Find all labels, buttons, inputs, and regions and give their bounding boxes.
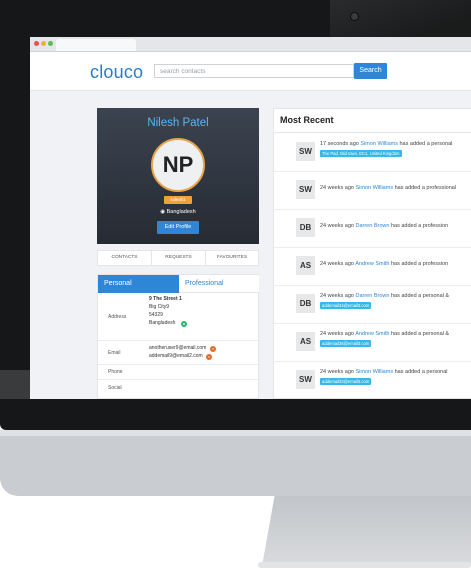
divider [98, 379, 258, 380]
monitor-chin [0, 430, 471, 496]
search-button[interactable]: Search [354, 63, 387, 79]
monitor-stand [262, 496, 471, 566]
social-label: Social [108, 385, 122, 391]
activity-tag: addemail34@email3.com [320, 302, 372, 309]
activity-text: 24 weeks ago Simon Williams has added a … [320, 185, 456, 191]
activity-item[interactable]: SW 24 weeks ago Simon Williams has added … [274, 361, 471, 399]
maximize-window-icon[interactable] [48, 41, 53, 46]
details-panel: Personal Professional Address 9 The Stre… [97, 274, 259, 399]
activity-item[interactable]: DB 24 weeks ago Darren Brown has added a … [274, 209, 471, 248]
address-line-3: 54329 [149, 312, 163, 318]
username-badge: Nilesh1 [164, 196, 192, 204]
contact-initials: SW [296, 180, 315, 199]
contact-link[interactable]: Simon Williams [360, 141, 398, 147]
activity-action: has added a personal [399, 141, 453, 147]
activity-time: 17 seconds ago [320, 141, 359, 147]
activity-action: has added a profession [390, 223, 449, 229]
activity-tag: addemail33@email3.com [320, 378, 372, 385]
phone-label: Phone [108, 369, 123, 375]
activity-text: 24 weeks ago Andrew Smith has added a pr… [320, 261, 448, 267]
activity-time: 24 weeks ago [320, 223, 354, 229]
activity-action: has added a personal & [390, 293, 450, 299]
contact-initials: AS [296, 256, 315, 275]
profile-location: ◉ Bangladesh [97, 209, 259, 215]
address-line-2: Big City9 [149, 304, 170, 310]
activity-time: 24 weeks ago [320, 369, 354, 375]
contact-link[interactable]: Simon Williams [355, 369, 393, 375]
most-recent-panel: Most Recent SW 17 seconds ago Simon Willi… [273, 108, 471, 399]
email-2: addemail9@email2.com [149, 353, 203, 359]
contact-link[interactable]: Andrew Smith [355, 331, 389, 337]
activity-time: 24 weeks ago [320, 293, 354, 299]
tab-requests[interactable]: REQUESTS [152, 251, 206, 265]
most-recent-title: Most Recent [280, 115, 334, 125]
avatar: NP [151, 138, 205, 192]
remove-email-icon[interactable]: × [210, 346, 216, 352]
location-text: Bangladesh [166, 209, 196, 215]
email-label: Email [108, 350, 121, 356]
app-logo[interactable]: clouco [90, 62, 143, 83]
minimize-window-icon[interactable] [41, 41, 46, 46]
tab-contacts[interactable]: CONTACTS [98, 251, 152, 265]
address-line-1: 9 The Street 1 [149, 296, 182, 302]
tab-personal[interactable]: Personal [98, 275, 179, 293]
contact-initials: DB [296, 218, 315, 237]
activity-item[interactable]: SW 24 weeks ago Simon Williams has added … [274, 171, 471, 210]
profile-name: Nilesh Patel [147, 117, 209, 129]
activity-time: 24 weeks ago [320, 185, 354, 191]
profile-subtabs: CONTACTS REQUESTS FAVOURITES [97, 250, 259, 266]
screen: clouco search contacts Search Nilesh Pat… [30, 37, 471, 399]
activity-text: 24 weeks ago Andrew Smith has added a pe… [320, 331, 449, 337]
activity-time: 24 weeks ago [320, 331, 354, 337]
activity-text: 24 weeks ago Darren Brown has added a pr… [320, 223, 448, 229]
divider [98, 364, 258, 365]
monitor-chin-edge [0, 430, 471, 436]
contact-link[interactable]: Darren Brown [355, 293, 389, 299]
address-line-4: Bangladesh [149, 320, 176, 326]
activity-time: 24 weeks ago [320, 261, 354, 267]
activity-action: has added a professional [394, 185, 457, 191]
activity-item[interactable]: AS 24 weeks ago Andrew Smith has added a … [274, 323, 471, 362]
tab-favourites[interactable]: FAVOURITES [206, 251, 258, 265]
webcam-icon [350, 12, 359, 21]
browser-tab[interactable] [56, 39, 136, 51]
contact-link[interactable]: Simon Williams [355, 185, 393, 191]
activity-text: 24 weeks ago Darren Brown has added a pe… [320, 293, 449, 299]
bezel-edge [0, 370, 30, 399]
contact-link[interactable]: Andrew Smith [355, 261, 389, 267]
edit-profile-button[interactable]: Edit Profile [157, 221, 199, 234]
email-1: anotheruser9@email.com [149, 345, 207, 351]
globe-icon: ◉ [160, 209, 166, 215]
activity-action: has added a profession [390, 261, 449, 267]
contact-initials: DB [296, 294, 315, 313]
remove-email-icon[interactable]: × [206, 354, 212, 360]
tab-professional[interactable]: Professional [179, 275, 259, 293]
close-window-icon[interactable] [34, 41, 39, 46]
activity-tag: addemail36@email3.com [320, 340, 372, 347]
contact-initials: SW [296, 142, 315, 161]
search-input[interactable]: search contacts [154, 64, 354, 78]
browser-chrome [30, 37, 471, 52]
map-pin-icon[interactable]: ● [181, 321, 187, 327]
contact-link[interactable]: Darren Brown [355, 223, 389, 229]
activity-item[interactable]: DB 24 weeks ago Darren Brown has added a … [274, 285, 471, 324]
contact-initials: SW [296, 370, 315, 389]
address-label: Address [108, 314, 127, 320]
activity-action: has added a personal [394, 369, 448, 375]
contact-initials: AS [296, 332, 315, 351]
activity-action: has added a personal & [390, 331, 450, 337]
activity-item[interactable]: SW 17 seconds ago Simon Williams has adde… [274, 133, 471, 172]
stand-shadow [258, 562, 471, 568]
activity-text: 24 weeks ago Simon Williams has added a … [320, 369, 448, 375]
activity-tag: The Pad, Mid town, EC1, United Kingdom [320, 150, 402, 157]
divider [98, 340, 258, 341]
activity-text: 17 seconds ago Simon Williams has added … [320, 141, 452, 147]
activity-item[interactable]: AS 24 weeks ago Andrew Smith has added a … [274, 247, 471, 286]
